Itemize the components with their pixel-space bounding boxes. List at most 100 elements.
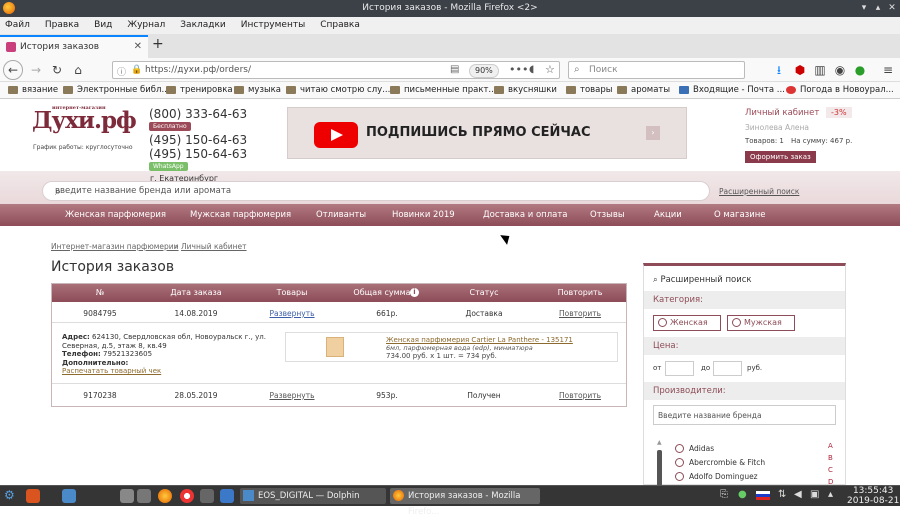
tab-close-icon[interactable]: ✕	[134, 37, 142, 57]
nav-sales[interactable]: Акции	[654, 210, 682, 220]
expand-link[interactable]: Развернуть	[269, 391, 314, 400]
tray-expand-icon[interactable]: ▴	[828, 489, 833, 500]
menu-edit[interactable]: Правка	[45, 20, 79, 30]
app-launcher-icon[interactable]: ⚙	[4, 488, 15, 502]
letter-filter[interactable]: D	[828, 478, 833, 485]
checkout-button[interactable]: Оформить заказ	[745, 151, 816, 163]
print-receipt-link[interactable]: Распечатать товарный чек	[62, 367, 161, 375]
page-actions-icon[interactable]: •••	[509, 63, 528, 76]
pocket-icon[interactable]: ◖	[529, 64, 534, 75]
breadcrumb-account[interactable]: Личный кабинет	[181, 242, 247, 251]
close-icon[interactable]: ✕	[886, 2, 898, 14]
hamburger-menu-icon[interactable]: ≡	[880, 62, 896, 78]
downloads-icon[interactable]: ⭳	[771, 62, 787, 78]
nav-new[interactable]: Новинки 2019	[392, 210, 455, 220]
bookmark-item[interactable]: тренировка	[166, 82, 233, 98]
url-text[interactable]: https://духи.рф/orders/	[145, 65, 251, 75]
menu-bookmarks[interactable]: Закладки	[180, 20, 226, 30]
terminal-icon[interactable]	[200, 489, 214, 503]
menu-help[interactable]: Справка	[320, 20, 360, 30]
home-icon[interactable]: ⌂	[70, 62, 86, 78]
price-to-input[interactable]	[713, 361, 742, 376]
site-logo[interactable]: интернет-магазин Духи.рф	[32, 105, 137, 134]
phone-1[interactable]: (800) 333-64-63	[149, 107, 247, 121]
user-name[interactable]: Зинолева Алена	[745, 123, 809, 132]
bookmark-item[interactable]: вязание	[8, 82, 58, 98]
phone-2[interactable]: (495) 150-64-63	[149, 133, 247, 147]
letter-filter[interactable]: C	[828, 466, 833, 474]
site-search-input[interactable]: введите название бренда или аромата ⌕	[42, 181, 710, 201]
banner-next-icon[interactable]: ›	[646, 126, 660, 140]
info-icon[interactable]: i	[410, 288, 419, 297]
expand-link[interactable]: Развернуть	[269, 309, 314, 318]
reader-view-icon[interactable]: ▤	[450, 64, 459, 75]
menu-file[interactable]: Файл	[5, 20, 30, 30]
firefox-launcher-icon[interactable]	[158, 489, 172, 503]
info-icon[interactable]: ⓘ	[117, 65, 126, 78]
extension-icon[interactable]: ●	[852, 62, 868, 78]
whatsapp-badge[interactable]: WhatsApp	[149, 162, 188, 171]
search-icon[interactable]: ⌕	[55, 185, 705, 199]
brand-radio[interactable]	[675, 444, 684, 453]
nav-reviews[interactable]: Отзывы	[590, 210, 625, 220]
nav-about[interactable]: О магазине	[714, 210, 766, 220]
nav-delivery[interactable]: Доставка и оплата	[483, 210, 568, 220]
bookmark-star-icon[interactable]: ☆	[545, 63, 555, 76]
desktop-4-icon[interactable]	[137, 489, 151, 503]
brand-item[interactable]: Adolfo Dominguez	[689, 472, 758, 481]
brand-radio[interactable]	[675, 458, 684, 467]
female-filter-button[interactable]: Женская	[653, 315, 721, 331]
brand-radio[interactable]	[675, 472, 684, 481]
nav-female[interactable]: Женская парфюмерия	[65, 210, 166, 220]
maximize-icon[interactable]: ▴	[872, 2, 884, 14]
subscribe-banner[interactable]: ПОДПИШИСЬ ПРЯМО СЕЙЧАС ›	[287, 107, 687, 159]
tab-orders[interactable]: История заказов ✕	[0, 35, 148, 58]
back-arrow-icon[interactable]: ←	[3, 60, 23, 80]
forward-arrow-icon[interactable]: →	[28, 62, 44, 78]
skype-icon[interactable]: ●	[738, 489, 747, 500]
desktop-3-icon[interactable]	[120, 489, 134, 503]
bookmark-item[interactable]: товары	[566, 82, 612, 98]
menu-tools[interactable]: Инструменты	[241, 20, 305, 30]
nav-male[interactable]: Мужская парфюмерия	[190, 210, 291, 220]
bookmark-item[interactable]: вкусняшки	[494, 82, 557, 98]
repeat-link[interactable]: Повторить	[559, 391, 601, 400]
adblock-icon[interactable]: ⬢	[792, 62, 808, 78]
bookmark-item[interactable]: Входящие - Почта ...	[679, 82, 785, 98]
lock-icon[interactable]: 🔒	[131, 65, 142, 75]
bookmark-item[interactable]: читаю смотрю слу...	[286, 82, 390, 98]
reload-icon[interactable]: ↻	[49, 62, 65, 78]
url-bar[interactable]: ⓘ 🔒 https://духи.рф/orders/ ▤ 90% ••• ◖ …	[112, 61, 560, 79]
desktop-2-icon[interactable]	[62, 489, 76, 503]
taskbar-dolphin[interactable]: EOS_DIGITAL — Dolphin	[240, 488, 386, 504]
files-icon[interactable]	[220, 489, 234, 503]
account-link[interactable]: Личный кабинет	[745, 108, 819, 118]
zoom-level[interactable]: 90%	[469, 64, 499, 78]
bookmark-item[interactable]: музыка	[234, 82, 281, 98]
search-box[interactable]: ⌕ Поиск	[568, 61, 745, 79]
phone-3[interactable]: (495) 150-64-63	[149, 147, 247, 161]
menu-history[interactable]: Журнал	[127, 20, 165, 30]
new-tab-icon[interactable]: +	[152, 36, 164, 52]
library-icon[interactable]: ▥	[812, 62, 828, 78]
scroll-up-icon[interactable]: ▲	[657, 439, 662, 446]
keyboard-layout-icon[interactable]	[756, 491, 770, 500]
letter-filter[interactable]: B	[828, 454, 833, 462]
brand-list-scrollbar[interactable]	[657, 450, 662, 485]
male-filter-button[interactable]: Мужская	[727, 315, 795, 331]
brand-item[interactable]: Abercrombie & Fitch	[689, 458, 765, 467]
nav-decants[interactable]: Отливанты	[316, 210, 366, 220]
taskbar-firefox[interactable]: История заказов - Mozilla Firefo...	[390, 488, 540, 517]
price-from-input[interactable]	[665, 361, 694, 376]
brand-item[interactable]: Adidas	[689, 444, 714, 453]
bookmark-item[interactable]: ароматы	[617, 82, 670, 98]
repeat-link[interactable]: Повторить	[559, 309, 601, 318]
volume-icon[interactable]: ◀	[794, 489, 802, 500]
desktop-1-icon[interactable]	[26, 489, 40, 503]
chrome-launcher-icon[interactable]	[180, 489, 194, 503]
bookmark-item[interactable]: письменные практ...	[390, 82, 497, 98]
advanced-search-link[interactable]: Расширенный поиск	[719, 187, 799, 196]
breadcrumb-home[interactable]: Интернет-магазин парфюмерии	[51, 242, 179, 251]
letter-filter[interactable]: A	[828, 442, 833, 450]
tray-icon[interactable]: ⎘	[720, 489, 728, 500]
